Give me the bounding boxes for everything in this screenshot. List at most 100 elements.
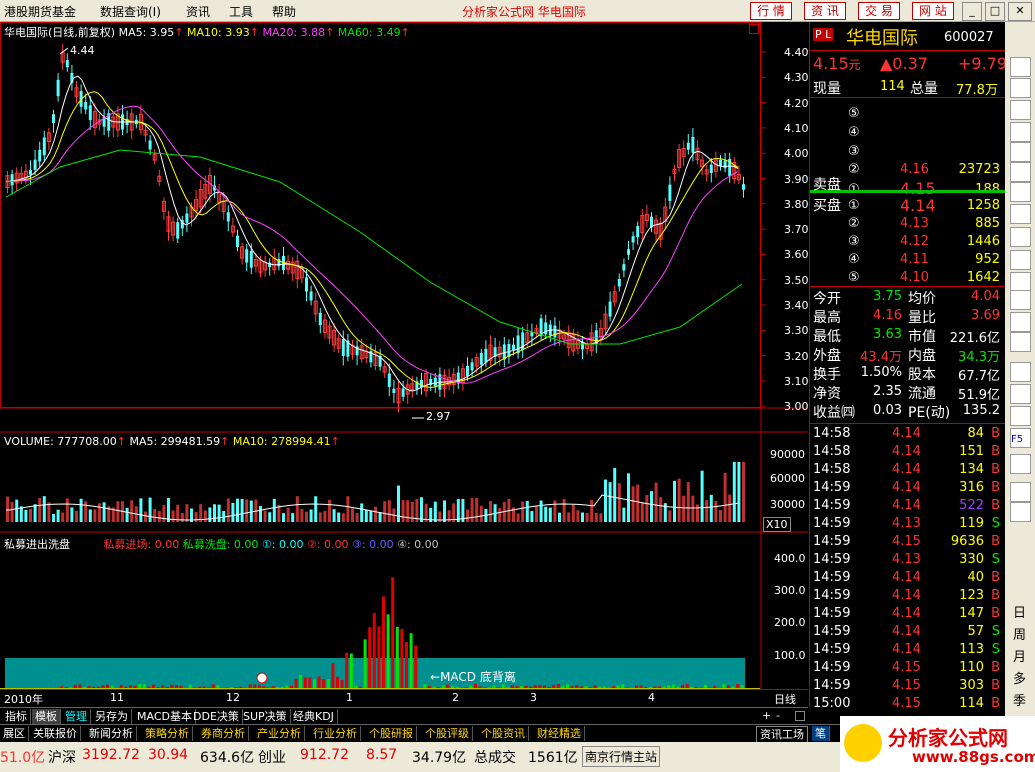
f5-tool[interactable]: F5 — [1011, 434, 1023, 445]
tick-time-5: 14:59 — [813, 516, 851, 531]
menu-tools[interactable]: 工具 — [229, 3, 253, 20]
tool-icon-2[interactable] — [1010, 100, 1031, 120]
indicator-bar — [326, 679, 330, 688]
indicator-tab-2[interactable]: 管理 — [62, 709, 91, 724]
tool-icon-19[interactable] — [1010, 482, 1031, 502]
tool-icon-7[interactable] — [1010, 204, 1031, 224]
volume-unit-badge: X10 — [763, 517, 791, 532]
tool-icon-12[interactable] — [1010, 312, 1031, 332]
tool-column: F5 日周月多季 — [1005, 22, 1035, 722]
volume-bar — [420, 497, 423, 522]
info-tab-1[interactable]: 关联报价 — [30, 726, 81, 741]
bid-volume-0: 1258 — [966, 198, 1000, 213]
tool-icon-0[interactable] — [1010, 57, 1031, 77]
period-tool-3[interactable]: 多 — [1013, 668, 1026, 687]
volume-bar — [29, 508, 32, 522]
menu-data-query[interactable]: 数据查询(I) — [100, 3, 161, 20]
zongliang-value: 77.8万 — [956, 83, 998, 98]
candle-body — [617, 278, 621, 287]
tool-icon-11[interactable] — [1010, 290, 1031, 310]
info-tab-9[interactable]: 个股资讯 — [478, 726, 529, 741]
tool-icon-18[interactable] — [1010, 454, 1031, 474]
info-tab-4[interactable]: 券商分析 — [198, 726, 249, 741]
stat-value-1a: 4.16 — [873, 308, 902, 323]
minimize-icon[interactable]: _ — [962, 2, 982, 21]
server-name[interactable]: 南京行情主站 — [582, 746, 661, 767]
candle-body — [484, 348, 488, 363]
tool-icon-6[interactable] — [1010, 182, 1031, 202]
tool-icon-1[interactable] — [1010, 78, 1031, 98]
tool-icon-10[interactable] — [1010, 272, 1031, 292]
indicator-tab-0[interactable]: 指标 — [2, 709, 31, 724]
indicator-bar — [616, 685, 620, 688]
stat-label-2b: 市值 — [908, 329, 936, 345]
tick-price-7: 4.13 — [892, 552, 921, 567]
tool-icon-4[interactable] — [1010, 142, 1031, 162]
period-tool-0[interactable]: 日 — [1013, 602, 1026, 621]
tool-icon-9[interactable] — [1010, 250, 1031, 270]
total-value: 1561亿 — [528, 750, 578, 766]
indicator-tab-3[interactable]: 另存为 — [92, 709, 132, 724]
candle-body — [636, 226, 640, 238]
trade-button[interactable]: 交 易 — [858, 2, 900, 20]
tool-icon-5[interactable] — [1010, 162, 1031, 182]
indicator-bar — [147, 686, 151, 688]
close-icon[interactable]: ✕ — [1008, 2, 1032, 21]
indicator-bar — [478, 686, 482, 688]
period-tool-4[interactable]: 季 — [1013, 690, 1026, 709]
indicator-tab-6[interactable]: SUP决策 — [240, 709, 291, 724]
info-tab-2[interactable]: 新闻分析 — [86, 726, 137, 741]
news-button[interactable]: 资 讯 — [804, 2, 846, 20]
hs-change: 30.94 — [148, 747, 189, 763]
info-tab-6[interactable]: 行业分析 — [310, 726, 361, 741]
indicator-bar — [727, 685, 730, 688]
info-workshop-tab[interactable]: 资讯工场 — [756, 726, 808, 743]
ask-level-0: ⑤ — [848, 106, 860, 121]
zoom-out-icon[interactable]: - — [776, 709, 780, 722]
stat-label-0b: 均价 — [908, 291, 936, 307]
indicator-tab-7[interactable]: 经典KDJ — [290, 709, 338, 724]
info-tab-3[interactable]: 策略分析 — [142, 726, 193, 741]
chart-corner-box[interactable] — [749, 24, 759, 34]
maximize-icon[interactable]: □ — [985, 2, 1005, 21]
fullscreen-icon[interactable] — [795, 711, 805, 721]
tool-icon-16[interactable] — [1010, 406, 1031, 426]
info-tab-10[interactable]: 财经精选 — [534, 726, 585, 741]
tool-icon-14[interactable] — [1010, 362, 1031, 382]
volume-bar — [167, 497, 170, 522]
info-tab-0[interactable]: 展区 — [0, 726, 29, 741]
tool-icon-15[interactable] — [1010, 384, 1031, 404]
indicator-tab-1[interactable]: 模板 — [32, 709, 61, 724]
tick-price-3: 4.14 — [892, 480, 921, 495]
volume-bar — [705, 500, 709, 522]
info-tab-8[interactable]: 个股评级 — [422, 726, 473, 741]
indicator-tab-5[interactable]: DDE决策 — [190, 709, 243, 724]
quote-button[interactable]: 行 情 — [750, 2, 792, 20]
period-label[interactable]: 日线 — [774, 691, 796, 707]
info-tab-5[interactable]: 产业分析 — [254, 726, 305, 741]
period-tool-2[interactable]: 月 — [1013, 646, 1026, 665]
kline-chart-canvas[interactable] — [0, 22, 808, 707]
period-tool-1[interactable]: 周 — [1013, 624, 1026, 643]
menu-info[interactable]: 资讯 — [186, 3, 210, 20]
tool-icon-13[interactable] — [1010, 332, 1031, 352]
chart-area[interactable]: 华电国际(日线,前复权) MA5: 3.95↑ MA10: 3.93↑ MA20… — [0, 22, 809, 707]
bid-price-2: 4.12 — [900, 234, 929, 249]
zoom-in-icon[interactable]: + — [762, 709, 771, 722]
menu-help[interactable]: 帮助 — [272, 3, 296, 20]
candle-body — [723, 160, 727, 169]
info-tab-7[interactable]: 个股研报 — [366, 726, 417, 741]
candle-body — [33, 159, 37, 170]
tick-time-10: 14:59 — [813, 606, 851, 621]
tool-icon-8[interactable] — [1010, 227, 1031, 247]
indicator-tab-4[interactable]: MACD基本 — [134, 709, 196, 724]
indicator-bar — [395, 626, 399, 688]
pen-tab[interactable]: 笔 — [812, 726, 830, 741]
price-tick-12: 3.20 — [784, 349, 809, 363]
volume-bar — [194, 512, 198, 522]
website-button[interactable]: 网 站 — [912, 2, 954, 20]
ask-level-1: ④ — [848, 125, 860, 140]
tool-icon-3[interactable] — [1010, 122, 1031, 142]
menu-futures[interactable]: 港股期货基金 — [4, 3, 76, 20]
tool-icon-20[interactable] — [1010, 502, 1031, 522]
